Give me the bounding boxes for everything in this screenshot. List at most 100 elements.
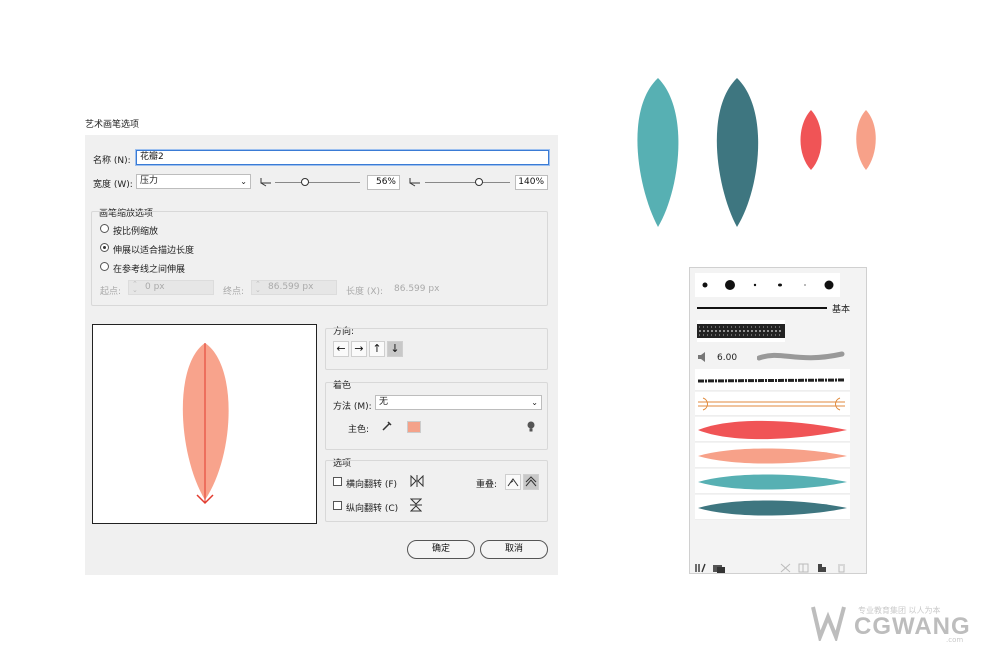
stepper-icon: ⌃ ⌄ bbox=[132, 280, 138, 294]
arrow-up-icon: ↑ bbox=[372, 342, 382, 355]
radio-proportional[interactable] bbox=[100, 224, 109, 233]
petal-peach bbox=[856, 110, 876, 170]
option-stretch-to-fit: 伸展以适合描边长度 bbox=[113, 246, 195, 256]
start-value: 0 px bbox=[145, 282, 165, 292]
start-field: ⌃ ⌄ 0 px bbox=[128, 280, 214, 295]
petal-teal-light bbox=[637, 78, 679, 227]
option-between-guides: 在参考线之间伸展 bbox=[113, 265, 186, 275]
ok-button[interactable]: 确定 bbox=[407, 540, 475, 559]
eyedropper-icon[interactable] bbox=[381, 420, 393, 432]
brushes-panel: 基本 6.00 bbox=[689, 267, 867, 574]
cgwang-w-mark bbox=[811, 606, 846, 641]
show-brush-types-icon[interactable] bbox=[712, 563, 726, 573]
direction-up-button[interactable]: ↑ bbox=[369, 341, 385, 357]
basic-brush-row[interactable]: 基本 bbox=[695, 298, 855, 318]
chevron-down-icon: ⌄ bbox=[531, 398, 538, 407]
brush-row-peach-petal[interactable] bbox=[695, 443, 850, 468]
brush-libraries-icon[interactable] bbox=[695, 563, 707, 573]
peach-petal-brush bbox=[698, 448, 847, 464]
flip-horizontal-icon bbox=[410, 475, 424, 487]
variation-percent-field[interactable]: 140% bbox=[515, 175, 548, 190]
overlap-adjust-icon bbox=[507, 478, 519, 487]
petal-teal-dark bbox=[716, 78, 759, 227]
brush-dot-5 bbox=[804, 284, 806, 286]
delete-brush-icon[interactable] bbox=[836, 563, 847, 573]
overlap-label: 重叠: bbox=[476, 480, 498, 490]
variation-slider-knob[interactable] bbox=[475, 178, 484, 186]
flip-along-label: 横向翻转 (F) bbox=[346, 480, 398, 490]
brush-preview bbox=[92, 324, 317, 524]
key-color-label: 主色: bbox=[348, 425, 370, 435]
brush-dot-4 bbox=[778, 283, 782, 287]
overlap-adjust-corners-button[interactable] bbox=[505, 474, 521, 490]
dialog-title: 艺术画笔选项 bbox=[85, 120, 140, 130]
stroke-size-label: 6.00 bbox=[717, 353, 738, 363]
width-slider-icon bbox=[260, 178, 271, 187]
brush-row-dark-teal-petal[interactable] bbox=[695, 495, 850, 520]
petal-samples bbox=[637, 78, 876, 227]
width-percent-value: 56% bbox=[375, 177, 396, 187]
brush-options-icon[interactable] bbox=[798, 563, 809, 573]
width-select-value: 压力 bbox=[140, 176, 159, 186]
ink-brush-sample bbox=[697, 378, 846, 383]
brush-row-red-petal[interactable] bbox=[695, 417, 850, 442]
length-label: 长度 (X): bbox=[346, 287, 384, 297]
dark-teal-petal-brush bbox=[698, 500, 847, 516]
direction-down-button[interactable]: ↓ bbox=[387, 341, 403, 357]
brush-dot-2 bbox=[725, 280, 735, 290]
logo-domain: .com bbox=[946, 636, 964, 644]
stroke-size-row[interactable]: 6.00 bbox=[697, 348, 847, 368]
width-select[interactable]: 压力 ⌄ bbox=[136, 174, 251, 189]
method-label: 方法 (M): bbox=[333, 402, 372, 412]
radio-stretch-to-fit[interactable] bbox=[100, 243, 109, 252]
width-percent-field[interactable]: 56% bbox=[367, 175, 400, 190]
cancel-button[interactable]: 取消 bbox=[480, 540, 548, 559]
calligraphic-brushes bbox=[702, 280, 834, 290]
name-label: 名称 (N): bbox=[93, 156, 131, 166]
brush-row-ribbon[interactable] bbox=[695, 392, 850, 416]
variation-slider-track[interactable] bbox=[425, 182, 510, 183]
length-value: 86.599 px bbox=[394, 284, 440, 294]
name-field[interactable]: 花瓣2 bbox=[136, 150, 549, 165]
cgwang-logo: 专业教育集团 以人为本 CGWANG .com bbox=[810, 603, 970, 644]
new-brush-icon[interactable] bbox=[817, 563, 828, 573]
preview-petal bbox=[182, 343, 229, 505]
key-color-swatch[interactable] bbox=[407, 421, 421, 433]
method-select[interactable]: 无 ⌄ bbox=[375, 395, 542, 410]
end-label: 终点: bbox=[223, 287, 245, 297]
ribbon-brush-sample bbox=[698, 397, 845, 411]
tips-lightbulb-icon[interactable] bbox=[526, 420, 536, 433]
arrow-left-icon: ← bbox=[336, 342, 346, 355]
flip-along-checkbox[interactable] bbox=[333, 477, 342, 486]
end-field: ⌃ ⌄ 86.599 px bbox=[251, 280, 337, 295]
colorization-group bbox=[325, 382, 548, 450]
width-slider-knob[interactable] bbox=[300, 178, 309, 186]
overlap-no-adjust-button[interactable] bbox=[523, 474, 539, 490]
direction-right-button[interactable]: → bbox=[351, 341, 367, 357]
red-petal-brush bbox=[698, 420, 847, 440]
brush-row-ink[interactable] bbox=[695, 369, 850, 391]
brush-dot-1 bbox=[702, 282, 708, 288]
brush-row-teal-petal[interactable] bbox=[695, 469, 850, 494]
method-select-value: 无 bbox=[379, 397, 389, 407]
basic-brush-stroke bbox=[697, 307, 827, 309]
basic-brush-label: 基本 bbox=[832, 305, 851, 315]
pattern-brush-sample bbox=[697, 324, 785, 338]
option-proportional: 按比例缩放 bbox=[113, 227, 159, 237]
flip-across-checkbox[interactable] bbox=[333, 501, 342, 510]
chevron-down-icon: ⌄ bbox=[240, 177, 247, 186]
direction-left-button[interactable]: ← bbox=[333, 341, 349, 357]
brush-dot-6 bbox=[824, 280, 834, 290]
pattern-brush-row[interactable] bbox=[697, 320, 785, 342]
variation-slider-icon bbox=[409, 178, 420, 187]
petal-red bbox=[800, 110, 822, 170]
radio-between-guides[interactable] bbox=[100, 262, 109, 271]
arrow-right-icon: → bbox=[354, 342, 364, 355]
flip-vertical-icon bbox=[410, 498, 422, 512]
end-value: 86.599 px bbox=[268, 282, 314, 292]
width-slider-track[interactable] bbox=[275, 182, 360, 183]
calligraphic-brush-row bbox=[695, 273, 840, 297]
brush-dot-3 bbox=[753, 283, 757, 287]
overlap-none-icon bbox=[525, 476, 537, 487]
remove-brush-stroke-icon[interactable] bbox=[780, 563, 791, 573]
